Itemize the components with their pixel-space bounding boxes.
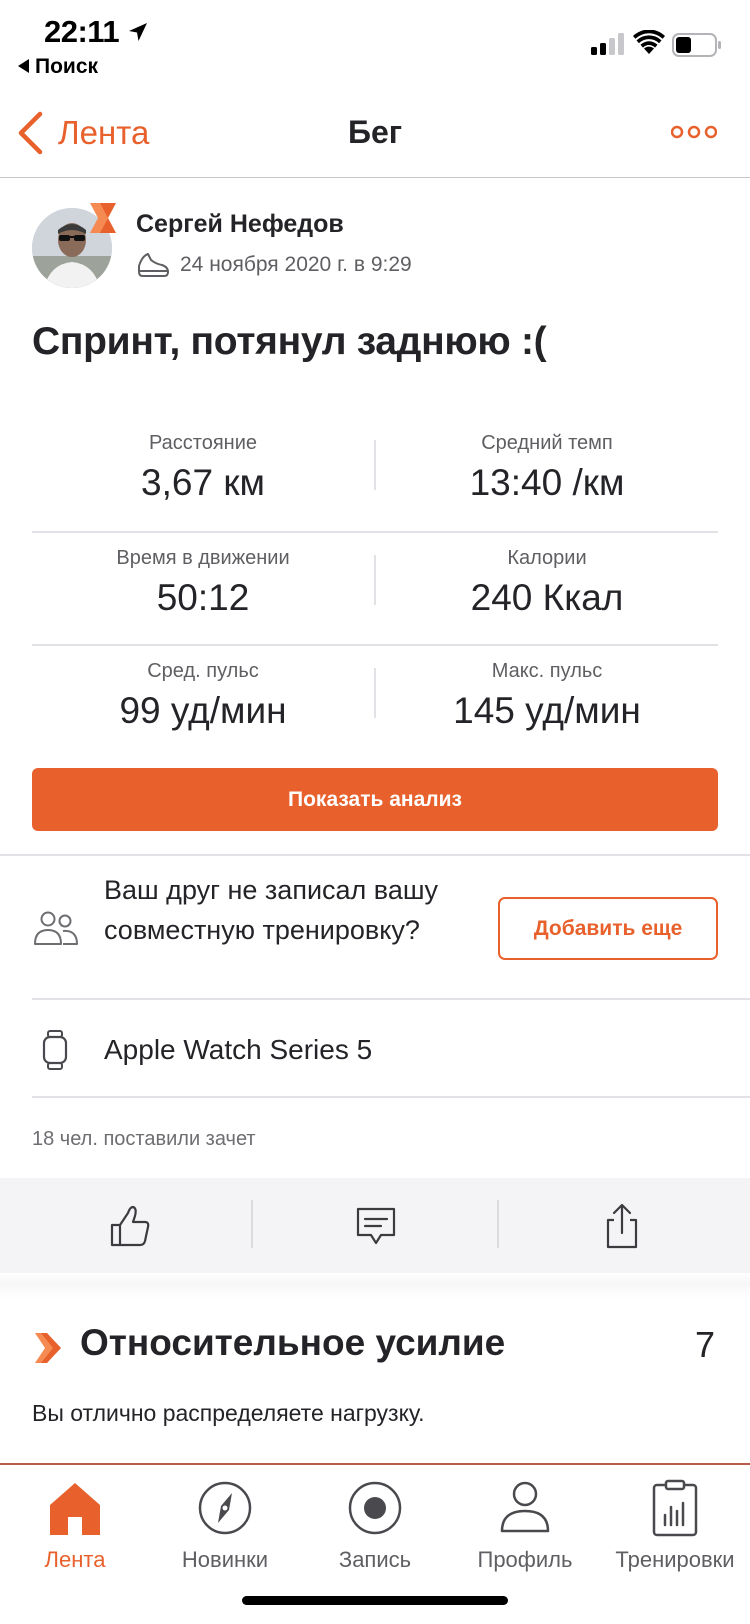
stat-avg-heart-rate: Сред. пульс 99 уд/мин	[32, 658, 374, 734]
tab-record[interactable]: Запись	[300, 1473, 450, 1573]
tab-label: Тренировки	[615, 1547, 735, 1572]
home-icon	[50, 1483, 100, 1535]
stat-calories: Калории 240 Ккал	[376, 545, 718, 621]
back-triangle-icon	[18, 59, 29, 73]
relative-effort-icon	[35, 1333, 61, 1363]
stat-moving-time: Время в движении 50:12	[32, 545, 374, 621]
location-arrow-icon	[129, 23, 147, 41]
tab-profile[interactable]: Профиль	[450, 1473, 600, 1573]
kudos-button[interactable]	[7, 1178, 252, 1273]
relative-effort-value: 7	[695, 1324, 716, 1365]
stat-row: Расстояние 3,67 км Средний темп 13:40 /к…	[32, 430, 718, 533]
stat-row: Сред. пульс 99 уд/мин Макс. пульс 145 уд…	[32, 646, 718, 759]
activity-title: Спринт, потянул заднюю :(	[32, 320, 547, 363]
home-indicator[interactable]	[242, 1596, 508, 1605]
navigation-bar: Лента Бег	[0, 88, 750, 178]
more-options-icon[interactable]	[671, 124, 717, 140]
tab-explore[interactable]: Новинки	[150, 1473, 300, 1573]
tab-label: Лента	[44, 1547, 106, 1572]
stat-distance: Расстояние 3,67 км	[32, 430, 374, 506]
stat-value: 3,67 км	[141, 462, 265, 503]
comment-icon	[356, 1207, 395, 1244]
add-more-button[interactable]: Добавить еще	[498, 897, 718, 960]
tab-label: Профиль	[477, 1547, 573, 1572]
share-icon	[606, 1203, 637, 1248]
share-button[interactable]	[499, 1178, 744, 1273]
stat-value: 99 уд/мин	[119, 690, 287, 731]
stat-max-heart-rate: Макс. пульс 145 уд/мин	[376, 658, 718, 734]
stat-value: 240 Ккал	[470, 577, 624, 618]
relative-effort-description: Вы отлично распределяете нагрузку.	[32, 1400, 425, 1426]
activity-meta: 24 ноября 2020 г. в 9:29	[136, 252, 412, 278]
tab-label: Новинки	[181, 1547, 269, 1572]
friend-prompt-text: Ваш друг не записал вашу совместную трен…	[104, 875, 439, 945]
athlete-name[interactable]: Сергей Нефедов	[136, 210, 344, 239]
stat-label: Калории	[507, 547, 587, 569]
running-shoe-icon	[138, 253, 169, 277]
thumbs-up-icon	[110, 1205, 149, 1246]
tab-training[interactable]: Тренировки	[600, 1473, 750, 1573]
stat-label: Средний темп	[481, 432, 613, 454]
stat-value: 145 уд/мин	[453, 690, 641, 731]
page-title: Бег	[347, 114, 403, 150]
stat-value: 13:40 /км	[469, 462, 625, 503]
activity-stats: Расстояние 3,67 км Средний темп 13:40 /к…	[32, 430, 718, 759]
relative-effort-title[interactable]: Относительное усилие	[80, 1322, 505, 1364]
section-gap	[0, 1273, 750, 1299]
back-to-app-label: Поиск	[35, 55, 99, 78]
stat-value: 50:12	[156, 577, 250, 618]
premium-badge-icon	[90, 203, 116, 233]
divider	[32, 1096, 750, 1098]
stat-label: Время в движении	[116, 547, 290, 569]
kudos-count[interactable]: 18 чел. поставили зачет	[32, 1128, 256, 1151]
stat-row: Время в движении 50:12 Калории 240 Ккал	[32, 533, 718, 646]
stat-avg-pace: Средний темп 13:40 /км	[376, 430, 718, 506]
comment-button[interactable]	[253, 1178, 498, 1273]
activity-date: 24 ноября 2020 г. в 9:29	[180, 253, 412, 276]
record-icon	[348, 1481, 402, 1535]
divider	[0, 854, 750, 856]
tab-feed[interactable]: Лента	[0, 1473, 150, 1573]
social-action-bar	[0, 1178, 750, 1273]
cellular-signal-icon	[591, 33, 624, 55]
divider	[32, 998, 750, 1000]
profile-icon	[500, 1481, 550, 1533]
tab-label: Запись	[338, 1547, 412, 1572]
battery-icon	[672, 33, 721, 57]
watch-icon	[42, 1030, 68, 1070]
training-log-icon	[652, 1479, 698, 1537]
stat-label: Сред. пульс	[147, 660, 259, 682]
group-icon	[34, 911, 78, 945]
stat-label: Макс. пульс	[491, 660, 603, 682]
status-time: 22:11	[44, 14, 120, 49]
stat-label: Расстояние	[148, 432, 258, 454]
compass-icon	[198, 1481, 252, 1535]
show-analysis-button[interactable]: Показать анализ	[32, 768, 718, 831]
wifi-icon	[633, 30, 665, 54]
back-to-app-link[interactable]: Поиск	[18, 55, 98, 79]
device-name[interactable]: Apple Watch Series 5	[104, 1034, 372, 1066]
status-bar: 22:11 Поиск	[0, 0, 750, 88]
